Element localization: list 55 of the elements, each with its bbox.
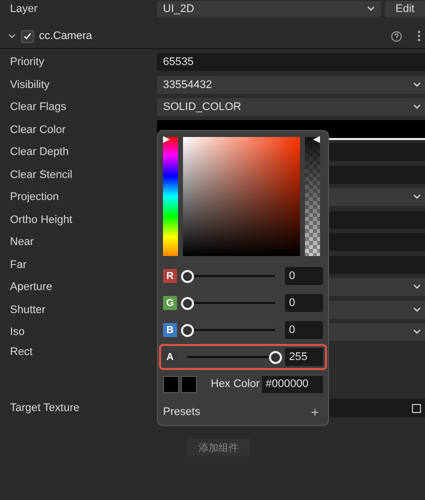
channel-label: G	[163, 296, 177, 310]
color-swatch	[163, 376, 179, 393]
property-label: Clear Color	[10, 124, 67, 136]
chevron-down-icon	[413, 82, 421, 88]
color-swatch	[180, 376, 197, 393]
chevron-down-icon[interactable]	[8, 32, 16, 40]
property-label: Aperture	[10, 281, 54, 293]
hex-field[interactable]: #000000	[262, 376, 323, 393]
add-component-button[interactable]: 添加组件	[187, 439, 250, 456]
slider-thumb[interactable]	[181, 324, 194, 337]
number-field[interactable]: 0	[285, 267, 323, 286]
check-icon	[23, 32, 32, 40]
property-label: Projection	[10, 191, 60, 203]
chevron-down-icon	[413, 284, 421, 290]
dropdown[interactable]: SOLID_COLOR	[157, 98, 425, 116]
property-label: Rect	[10, 346, 34, 358]
edit-button[interactable]: Edit	[385, 1, 425, 17]
chevron-down-icon	[413, 194, 421, 200]
number-field[interactable]: 255	[285, 348, 323, 366]
chevron-down-icon	[413, 104, 421, 110]
channel-label: B	[163, 323, 177, 338]
property-label: Ortho Height	[10, 214, 74, 226]
number-field[interactable]: 0	[285, 294, 323, 312]
more-icon[interactable]	[417, 30, 421, 42]
property-label: Layer	[10, 3, 39, 15]
slider-thumb[interactable]	[181, 270, 194, 283]
chevron-down-icon	[367, 6, 375, 12]
checkbox[interactable]	[21, 30, 34, 42]
property-label: Clear Flags	[10, 101, 68, 113]
add-preset-button[interactable]: +	[310, 404, 319, 419]
hue-slider[interactable]	[163, 137, 178, 256]
hex-label: Hex Color	[210, 378, 260, 390]
property-label: Near	[10, 236, 35, 248]
component-title: cc.Camera	[39, 30, 94, 42]
chevron-down-icon	[413, 306, 421, 312]
chevron-down-icon	[413, 329, 421, 335]
dropdown[interactable]: 33554432	[157, 76, 425, 94]
property-label: Shutter	[10, 304, 46, 316]
property-label: Clear Stencil	[10, 168, 74, 180]
property-label: Priority	[10, 56, 46, 68]
slider-thumb[interactable]	[269, 350, 282, 364]
dropdown[interactable]: UI_2D	[157, 1, 381, 17]
presets-label: Presets	[163, 406, 200, 418]
slider-thumb[interactable]	[181, 296, 194, 310]
property-label: Target Texture	[10, 402, 81, 414]
property-label: Iso	[10, 326, 26, 338]
property-label: Far	[10, 258, 28, 270]
number-field[interactable]: 0	[285, 321, 323, 340]
help-icon[interactable]	[391, 30, 402, 42]
color-square[interactable]	[183, 137, 300, 256]
number-field[interactable]: 65535	[157, 53, 425, 71]
property-label: Visibility	[10, 78, 51, 90]
property-label: Clear Depth	[10, 146, 70, 158]
channel-label: R	[163, 269, 177, 284]
alpha-slider[interactable]	[305, 137, 320, 256]
